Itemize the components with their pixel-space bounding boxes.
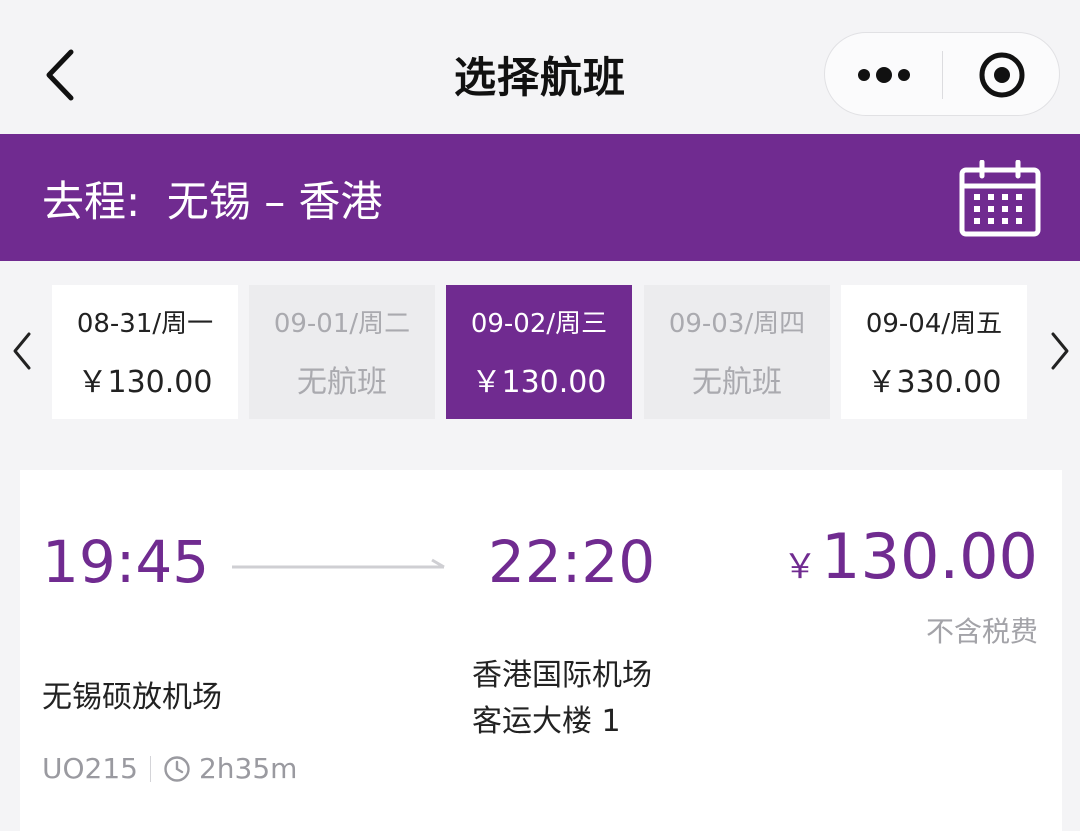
departure-airport: 无锡硕放机场 [42,680,222,715]
date-label: 09-02/周三 [470,309,608,339]
meta-divider [149,755,151,782]
navigation-bar: 选择航班 [0,0,1080,134]
target-circle-icon [979,52,1025,98]
chevron-right-icon [1051,332,1069,370]
arrival-airport: 香港国际机场 [472,658,652,693]
date-cell-0902[interactable]: 09-02/周三 ￥130.00 [446,285,632,419]
more-button[interactable] [825,33,943,117]
flight-direction-arrow [232,558,445,569]
date-price: 无航班 [692,365,782,400]
more-dots-icon [858,67,910,83]
route-header: 去程: 无锡 – 香港 [0,134,1080,261]
date-label: 09-01/周二 [273,309,411,339]
prev-dates-button[interactable] [2,321,42,381]
next-dates-button[interactable] [1040,321,1080,381]
date-label: 09-03/周四 [668,309,806,339]
flight-number: UO215 [42,752,138,785]
flight-price: ￥130.00 [783,520,1038,593]
tax-note: 不含税费 [925,615,1038,648]
mini-program-capsule [824,32,1060,116]
flight-meta: UO215 2h35m [42,752,297,785]
arrival-time: 22:20 [488,528,656,596]
date-price: 无航班 [297,365,387,400]
calendar-button[interactable] [958,159,1042,238]
flight-duration: 2h35m [198,752,298,785]
date-label: 09-04/周五 [865,309,1003,339]
price-amount: 130.00 [821,520,1038,593]
date-cell-0903[interactable]: 09-03/周四 无航班 [644,285,830,419]
flight-card[interactable]: 19:45 22:20 ￥130.00 不含税费 无锡硕放机场 香港国际机场 客… [20,470,1062,831]
chevron-left-icon [13,332,31,370]
arrival-terminal: 客运大楼 1 [472,704,621,739]
calendar-icon [959,159,1041,237]
date-cell-0901[interactable]: 09-01/周二 无航班 [249,285,435,419]
date-selector: 08-31/周一 ￥130.00 09-01/周二 无航班 09-02/周三 ￥… [0,261,1080,441]
date-price: ￥330.00 [866,365,1002,400]
currency-symbol: ￥ [783,547,818,587]
date-cell-0904[interactable]: 09-04/周五 ￥330.00 [841,285,1027,419]
date-price: ￥130.00 [77,365,213,400]
route-label: 去程: 无锡 – 香港 [42,177,383,226]
date-price: ￥130.00 [471,365,607,400]
date-label: 08-31/周一 [76,309,214,339]
departure-time: 19:45 [42,528,210,596]
date-cell-0831[interactable]: 08-31/周一 ￥130.00 [52,285,238,419]
close-button[interactable] [943,33,1061,117]
clock-icon [164,755,190,782]
